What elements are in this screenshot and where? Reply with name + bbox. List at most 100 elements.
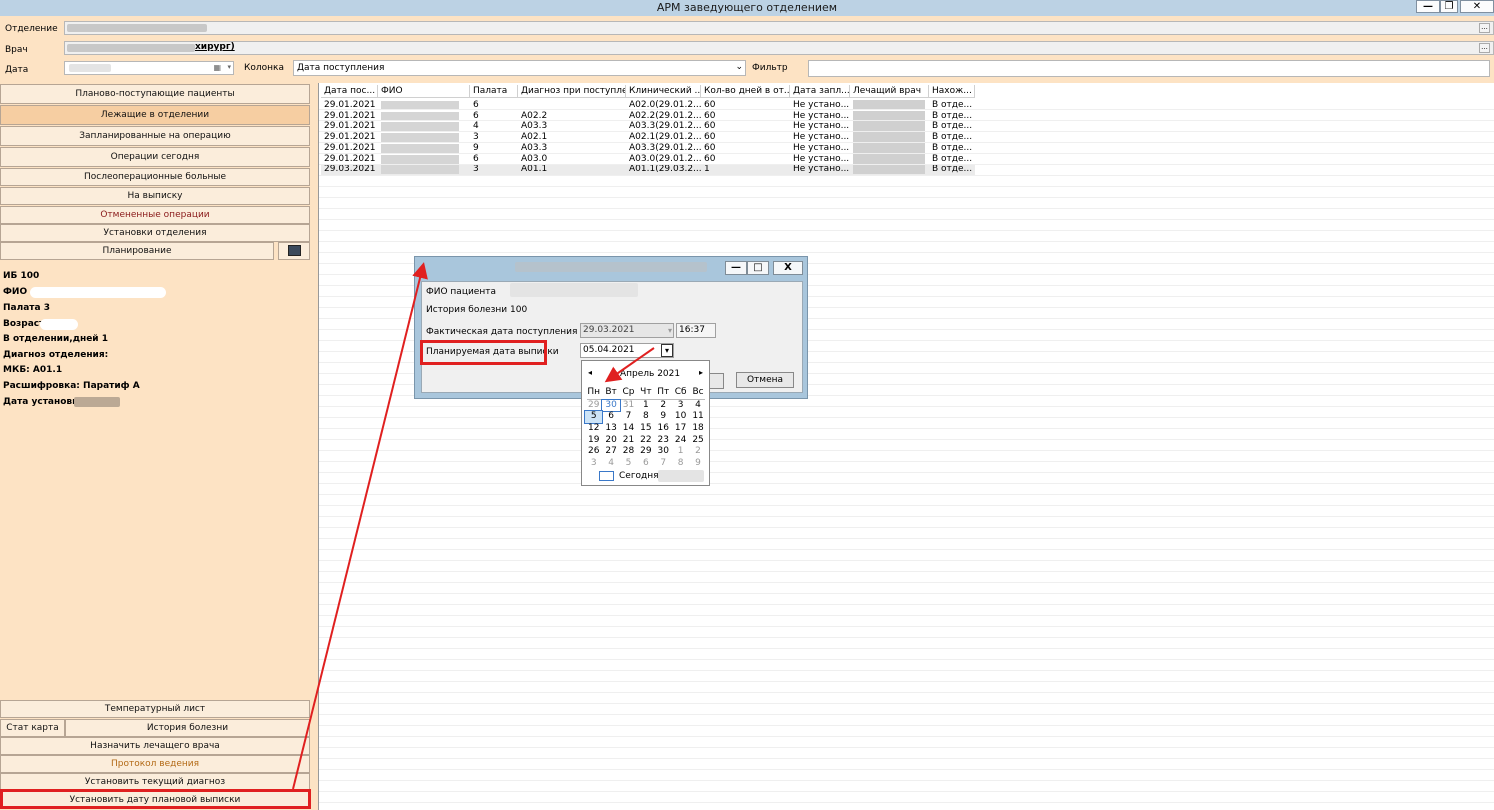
table-cell-loc[interactable]: В отде... xyxy=(929,121,975,132)
cell-fio-blurred[interactable] xyxy=(378,154,470,165)
cell-fio-blurred[interactable] xyxy=(378,111,470,122)
nav-cancelled-surgery[interactable]: Отмененные операции xyxy=(0,206,310,224)
table-cell-ward[interactable]: 9 xyxy=(470,143,518,154)
table-cell-date[interactable]: 29.01.2021 xyxy=(321,143,378,154)
cell-doctor-blurred[interactable] xyxy=(850,100,929,111)
table-cell-clin[interactable]: A02.2(29.01.2... xyxy=(626,111,701,122)
table-cell-diag_in[interactable] xyxy=(518,100,626,111)
table-cell-ward[interactable]: 4 xyxy=(470,121,518,132)
actual-time-field[interactable]: 16:37 xyxy=(676,323,716,338)
table-cell-days[interactable]: 60 xyxy=(701,100,790,111)
calendar-day[interactable]: 6 xyxy=(602,411,619,423)
close-button[interactable]: ✕ xyxy=(1460,0,1494,13)
cancel-button[interactable]: Отмена xyxy=(736,372,794,388)
calendar-day[interactable]: 23 xyxy=(655,435,672,447)
table-cell-loc[interactable]: В отде... xyxy=(929,111,975,122)
calendar-day[interactable]: 25 xyxy=(689,435,706,447)
nav-department-settings[interactable]: Установки отделения xyxy=(0,224,310,242)
table-cell-ward[interactable]: 3 xyxy=(470,164,518,175)
dialog-minimize-button[interactable]: — xyxy=(725,261,747,275)
nav-surgery-today[interactable]: Операции сегодня xyxy=(0,147,310,167)
cell-doctor-blurred[interactable] xyxy=(850,121,929,132)
table-cell-diag_in[interactable]: A03.3 xyxy=(518,121,626,132)
calendar-day[interactable]: 16 xyxy=(655,423,672,435)
table-cell-ward[interactable]: 3 xyxy=(470,132,518,143)
calendar-day[interactable]: 15 xyxy=(637,423,654,435)
nav-postop[interactable]: Послеоперационные больные xyxy=(0,168,310,186)
table-cell-days[interactable]: 60 xyxy=(701,154,790,165)
calendar-day[interactable]: 12 xyxy=(585,423,602,435)
doctor-ellipsis-button[interactable]: ... xyxy=(1479,43,1490,53)
calendar-day[interactable]: 6 xyxy=(637,458,654,470)
calendar-day[interactable]: 30 xyxy=(655,446,672,458)
stat-card-button[interactable]: Стат карта xyxy=(0,719,65,737)
calendar-day[interactable]: 18 xyxy=(689,423,706,435)
department-field[interactable]: ... xyxy=(64,21,1494,35)
table-cell-date[interactable]: 29.01.2021 xyxy=(321,154,378,165)
table-cell-loc[interactable]: В отде... xyxy=(929,143,975,154)
table-cell-date[interactable]: 29.01.2021 xyxy=(321,100,378,111)
calendar-day[interactable]: 26 xyxy=(585,446,602,458)
actual-date-field[interactable]: 29.03.2021 ▾ xyxy=(580,323,674,338)
protocol-button[interactable]: Протокол ведения xyxy=(0,755,310,773)
chevron-down-icon[interactable]: ▾ xyxy=(227,63,231,71)
table-cell-ward[interactable]: 6 xyxy=(470,100,518,111)
calendar-day[interactable]: 20 xyxy=(602,435,619,447)
calendar-icon[interactable]: ▦ xyxy=(213,63,221,72)
nav-discharge[interactable]: На выписку xyxy=(0,187,310,205)
table-cell-date[interactable]: 29.03.2021 xyxy=(321,164,378,175)
col-clinical[interactable]: Клинический ... xyxy=(626,85,701,98)
chevron-down-icon[interactable]: ▾ xyxy=(661,344,673,357)
table-cell-diag_in[interactable]: A02.1 xyxy=(518,132,626,143)
table-cell-clin[interactable]: A03.3(29.01.2... xyxy=(626,143,701,154)
nav-planning[interactable]: Планирование xyxy=(0,242,274,260)
table-cell-plan[interactable]: Не устано... xyxy=(790,164,850,175)
col-date[interactable]: Дата пос... xyxy=(321,85,378,98)
calendar-day[interactable]: 2 xyxy=(689,446,706,458)
table-cell-diag_in[interactable]: A03.0 xyxy=(518,154,626,165)
table-cell-loc[interactable]: В отде... xyxy=(929,164,975,175)
calendar-day[interactable]: 28 xyxy=(620,446,637,458)
department-ellipsis-button[interactable]: ... xyxy=(1479,23,1490,33)
table-cell-plan[interactable]: Не устано... xyxy=(790,154,850,165)
col-ward[interactable]: Палата xyxy=(470,85,518,98)
assign-doctor-button[interactable]: Назначить лечащего врача xyxy=(0,737,310,755)
table-cell-loc[interactable]: В отде... xyxy=(929,154,975,165)
calendar-day[interactable]: 3 xyxy=(672,400,689,412)
calendar-day[interactable]: 1 xyxy=(637,400,654,412)
col-days[interactable]: Кол-во дней в от... xyxy=(701,85,790,98)
calendar-day[interactable]: 8 xyxy=(637,411,654,423)
medical-history-button[interactable]: История болезни xyxy=(65,719,310,737)
table-cell-ward[interactable]: 6 xyxy=(470,111,518,122)
next-month-icon[interactable]: ▸ xyxy=(699,368,703,377)
today-label[interactable]: Сегодня: xyxy=(619,471,662,481)
calendar-day[interactable]: 24 xyxy=(672,435,689,447)
calendar-month-title[interactable]: Апрель 2021 xyxy=(620,369,680,379)
calendar-day[interactable]: 9 xyxy=(655,411,672,423)
calendar-day[interactable]: 11 xyxy=(689,411,706,423)
planned-date-field[interactable]: 05.04.2021 ▾ xyxy=(580,343,674,358)
planning-calendar-button[interactable] xyxy=(278,242,310,260)
table-cell-days[interactable]: 60 xyxy=(701,143,790,154)
table-cell-clin[interactable]: A01.1(29.03.2... xyxy=(626,164,701,175)
calendar-day[interactable]: 29 xyxy=(585,400,602,412)
calendar-day[interactable]: 10 xyxy=(672,411,689,423)
calendar-day[interactable]: 4 xyxy=(689,400,706,412)
table-cell-clin[interactable]: A03.0(29.01.2... xyxy=(626,154,701,165)
calendar-day[interactable]: 5 xyxy=(583,410,604,425)
calendar-day[interactable]: 8 xyxy=(672,458,689,470)
table-cell-plan[interactable]: Не устано... xyxy=(790,143,850,154)
dialog-close-button[interactable]: X xyxy=(773,261,803,275)
cell-fio-blurred[interactable] xyxy=(378,164,470,175)
calendar-day[interactable]: 19 xyxy=(585,435,602,447)
cell-fio-blurred[interactable] xyxy=(378,100,470,111)
patients-grid[interactable]: Дата пос... ФИО Палата Диагноз при посту… xyxy=(318,83,1494,810)
nav-planned-incoming[interactable]: Планово-поступающие пациенты xyxy=(0,84,310,104)
cell-doctor-blurred[interactable] xyxy=(850,142,929,154)
table-cell-plan[interactable]: Не устано... xyxy=(790,121,850,132)
col-plan-date[interactable]: Дата запл... xyxy=(790,85,850,98)
minimize-button[interactable]: — xyxy=(1416,0,1440,13)
table-cell-date[interactable]: 29.01.2021 xyxy=(321,111,378,122)
table-cell-diag_in[interactable]: A02.2 xyxy=(518,111,626,122)
table-cell-ward[interactable]: 6 xyxy=(470,154,518,165)
